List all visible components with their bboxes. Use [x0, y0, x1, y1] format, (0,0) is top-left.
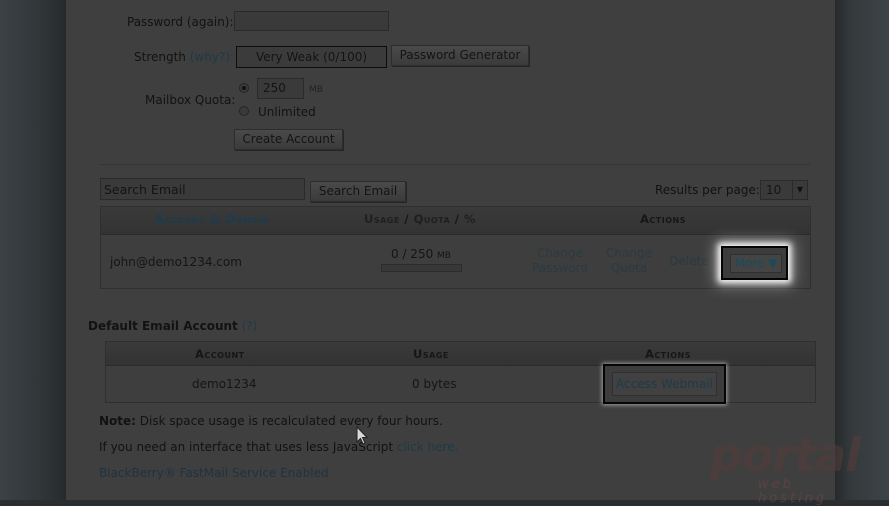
- help-link[interactable]: (?): [242, 319, 258, 333]
- usage-text: 0 / 250 MB: [391, 247, 451, 261]
- password-again-input[interactable]: [234, 11, 389, 31]
- default-account-usage: 0 bytes: [412, 377, 457, 391]
- search-placeholder: Search Email: [104, 182, 186, 197]
- unlimited-label: Unlimited: [258, 105, 316, 119]
- column-usage[interactable]: Usage: [364, 212, 400, 226]
- column-sep-1: /: [404, 212, 410, 226]
- access-webmail-button[interactable]: Access Webmail: [612, 372, 717, 396]
- default-email-title: Default Email Account: [88, 319, 238, 333]
- left-background-panel: [0, 0, 66, 500]
- less-js-text: If you need an interface that uses less …: [99, 440, 394, 454]
- default-account-name: demo1234: [192, 377, 257, 391]
- blackberry-link[interactable]: BlackBerry® FastMail Service Enabled: [99, 466, 329, 480]
- mouse-cursor-icon: [356, 426, 369, 445]
- account-email: john@demo1234.com: [110, 255, 242, 269]
- usage-value: 0 / 250: [391, 247, 434, 261]
- results-per-page-value: 10: [766, 183, 782, 197]
- quota-unlimited-radio[interactable]: [239, 106, 249, 116]
- column-usage-quota[interactable]: Usage / Quota / %: [364, 212, 476, 226]
- default-column-actions: Actions: [645, 347, 691, 361]
- column-actions: Actions: [640, 212, 686, 226]
- default-column-account: Account: [195, 347, 245, 361]
- strength-label: Strength (why?):: [134, 50, 234, 64]
- strength-meter: Very Weak (0/100): [236, 46, 387, 68]
- column-sep-2: /: [454, 212, 460, 226]
- column-account-domain[interactable]: Account @ Domain: [155, 212, 269, 226]
- create-account-button[interactable]: Create Account: [234, 129, 343, 150]
- column-percent[interactable]: %: [464, 212, 476, 226]
- note-text: Disk space usage is recalculated every f…: [139, 414, 443, 428]
- results-per-page-select[interactable]: 10 ▼: [760, 180, 808, 200]
- strength-why-link[interactable]: (why?):: [190, 50, 234, 64]
- quota-value: 250: [263, 81, 286, 95]
- usage-progress-bar: [381, 264, 462, 272]
- search-email-button[interactable]: Search Email: [310, 181, 406, 202]
- search-email-input[interactable]: Search Email: [100, 178, 305, 200]
- mailbox-quota-label: Mailbox Quota:: [145, 93, 236, 107]
- note-line: Note: Disk space usage is recalculated e…: [99, 414, 443, 428]
- less-js-line: If you need an interface that uses less …: [99, 440, 458, 454]
- section-divider: [100, 164, 810, 165]
- click-here-link[interactable]: click here.: [397, 440, 458, 454]
- default-column-usage: Usage: [413, 347, 449, 361]
- password-generator-button[interactable]: Password Generator: [391, 45, 529, 66]
- portal-logo-text: portal: [710, 428, 861, 482]
- change-password-link[interactable]: Change Password: [528, 246, 592, 276]
- password-again-label: Password (again):: [127, 15, 234, 29]
- more-button[interactable]: More ▼: [730, 254, 782, 273]
- change-quota-link[interactable]: Change Quota: [604, 246, 654, 276]
- quota-unit: MB: [309, 85, 323, 95]
- right-background-panel: [835, 0, 889, 500]
- quota-limited-radio[interactable]: [239, 83, 249, 93]
- usage-unit: MB: [437, 251, 451, 261]
- portal-logo: portal web hosting: [710, 428, 861, 506]
- default-email-heading: Default Email Account (?): [88, 319, 257, 333]
- portal-logo-subtext: web hosting: [758, 477, 828, 506]
- chevron-down-icon[interactable]: ▼: [792, 181, 807, 199]
- results-per-page-label: Results per page:: [655, 183, 760, 197]
- strength-label-text: Strength: [134, 50, 186, 64]
- note-label: Note:: [99, 414, 136, 428]
- quota-input[interactable]: 250: [257, 78, 304, 99]
- delete-link[interactable]: Delete: [668, 254, 710, 269]
- column-quota[interactable]: Quota: [414, 212, 451, 226]
